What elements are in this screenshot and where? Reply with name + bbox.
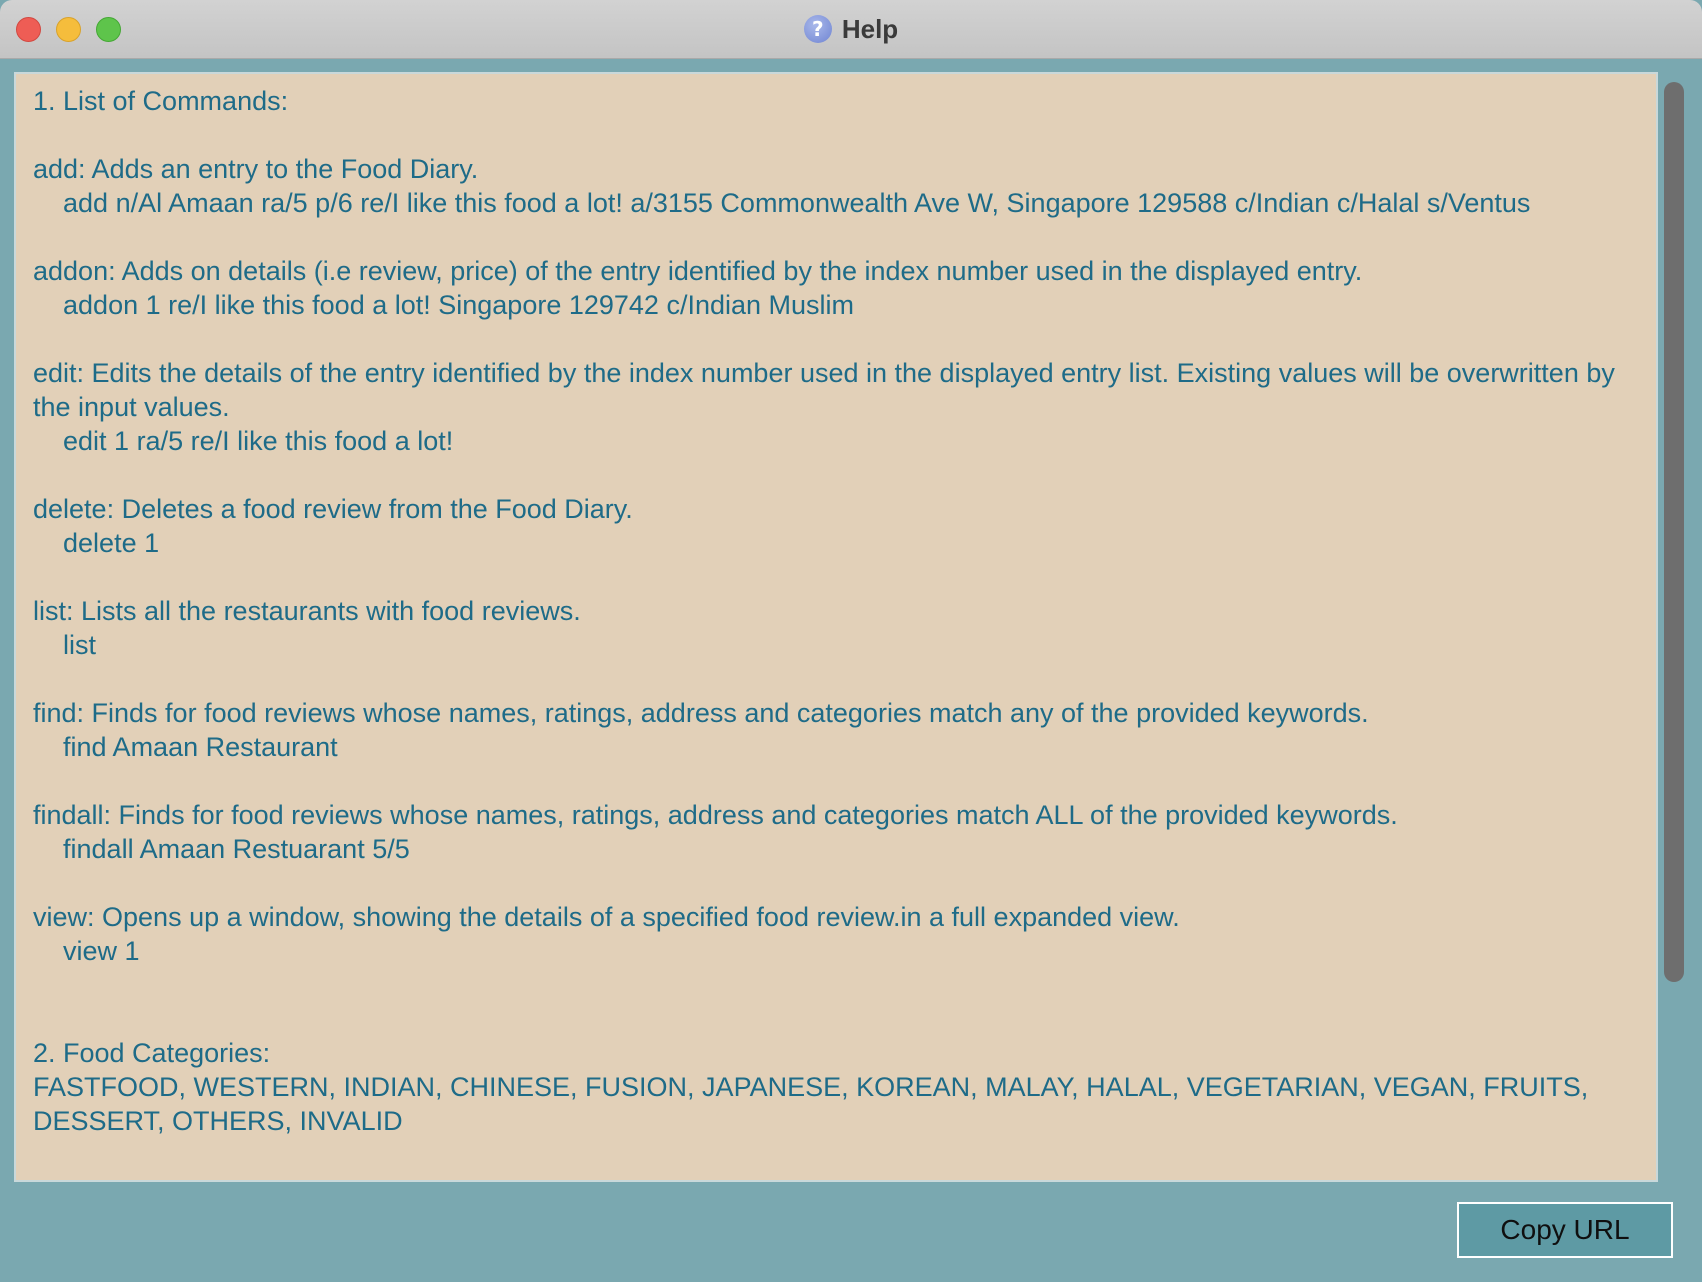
help-text-area[interactable]: 1. List of Commands: add: Adds an entry … [14, 72, 1658, 1182]
window-title: Help [841, 13, 899, 44]
title-group: ? Help [0, 0, 1702, 58]
title-bar[interactable]: ? Help [0, 0, 1702, 59]
help-question-icon: ? [803, 15, 832, 43]
help-window: ? Help 1. List of Commands: add: Adds an… [0, 0, 1702, 1282]
copy-url-button[interactable]: Copy URL [1457, 1202, 1673, 1258]
scrollbar-thumb[interactable] [1664, 82, 1684, 982]
help-text: 1. List of Commands: add: Adds an entry … [33, 86, 1615, 1136]
